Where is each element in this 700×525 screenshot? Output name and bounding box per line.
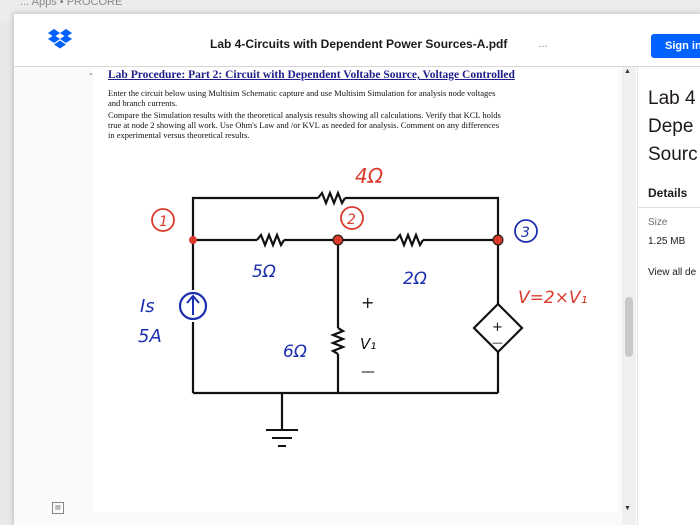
size-value: 1.25 MB (648, 236, 686, 247)
scroll-down-arrow-icon[interactable]: ▼ (624, 505, 631, 512)
resistor-4-ohm-label: 4Ω (355, 164, 384, 188)
view-all-details-link[interactable]: View all de (648, 267, 696, 278)
size-label: Size (648, 217, 668, 228)
resistor-5-ohm-zigzag (256, 232, 285, 248)
circuit-diagram: 1 2 3 4Ω 5Ω 2Ω 6Ω Is 5A + V₁ — V=2×V₁ + … (138, 164, 587, 447)
sidebar-divider (637, 207, 700, 208)
resistor-6-ohm-zigzag (330, 327, 346, 355)
current-source-value: 5A (138, 326, 162, 347)
sidebar-title-line: Lab 4 (648, 88, 696, 109)
dependent-source-label: V=2×V₁ (518, 288, 587, 308)
resistor-2-ohm-label: 2Ω (403, 269, 427, 289)
ground-icon (266, 429, 298, 447)
current-source-label: Is (140, 296, 155, 317)
sidebar-title-line: Sourc (648, 144, 698, 165)
node-dot-2 (332, 234, 344, 246)
page-thumbnail-icon[interactable]: ▤ (52, 502, 64, 514)
node-dot-3 (492, 234, 504, 246)
top-wire-right (345, 196, 500, 240)
top-wire-left (191, 196, 318, 240)
dependent-minus-sign: — (492, 336, 503, 349)
v1-plus-sign: + (361, 293, 374, 312)
sidebar-title-line: Depe (648, 116, 694, 137)
node-1-label: 1 (159, 214, 168, 230)
node-dot-1 (189, 236, 197, 244)
scrollbar-thumb[interactable] (625, 297, 633, 357)
details-heading: Details (648, 186, 688, 200)
v1-label: V₁ (360, 335, 376, 353)
v1-minus-sign: — (361, 364, 375, 380)
resistor-6-ohm-label: 6Ω (283, 342, 307, 362)
node-3-label: 3 (521, 225, 530, 241)
scroll-up-arrow-icon[interactable]: ▲ (624, 68, 631, 75)
dependent-plus-sign: + (492, 320, 503, 335)
node-2-label: 2 (347, 212, 356, 228)
resistor-5-ohm-label: 5Ω (252, 262, 276, 282)
resistor-2-ohm-zigzag (395, 232, 424, 248)
resistor-4-ohm-zigzag (317, 190, 346, 206)
vertical-scrollbar[interactable] (622, 67, 636, 525)
